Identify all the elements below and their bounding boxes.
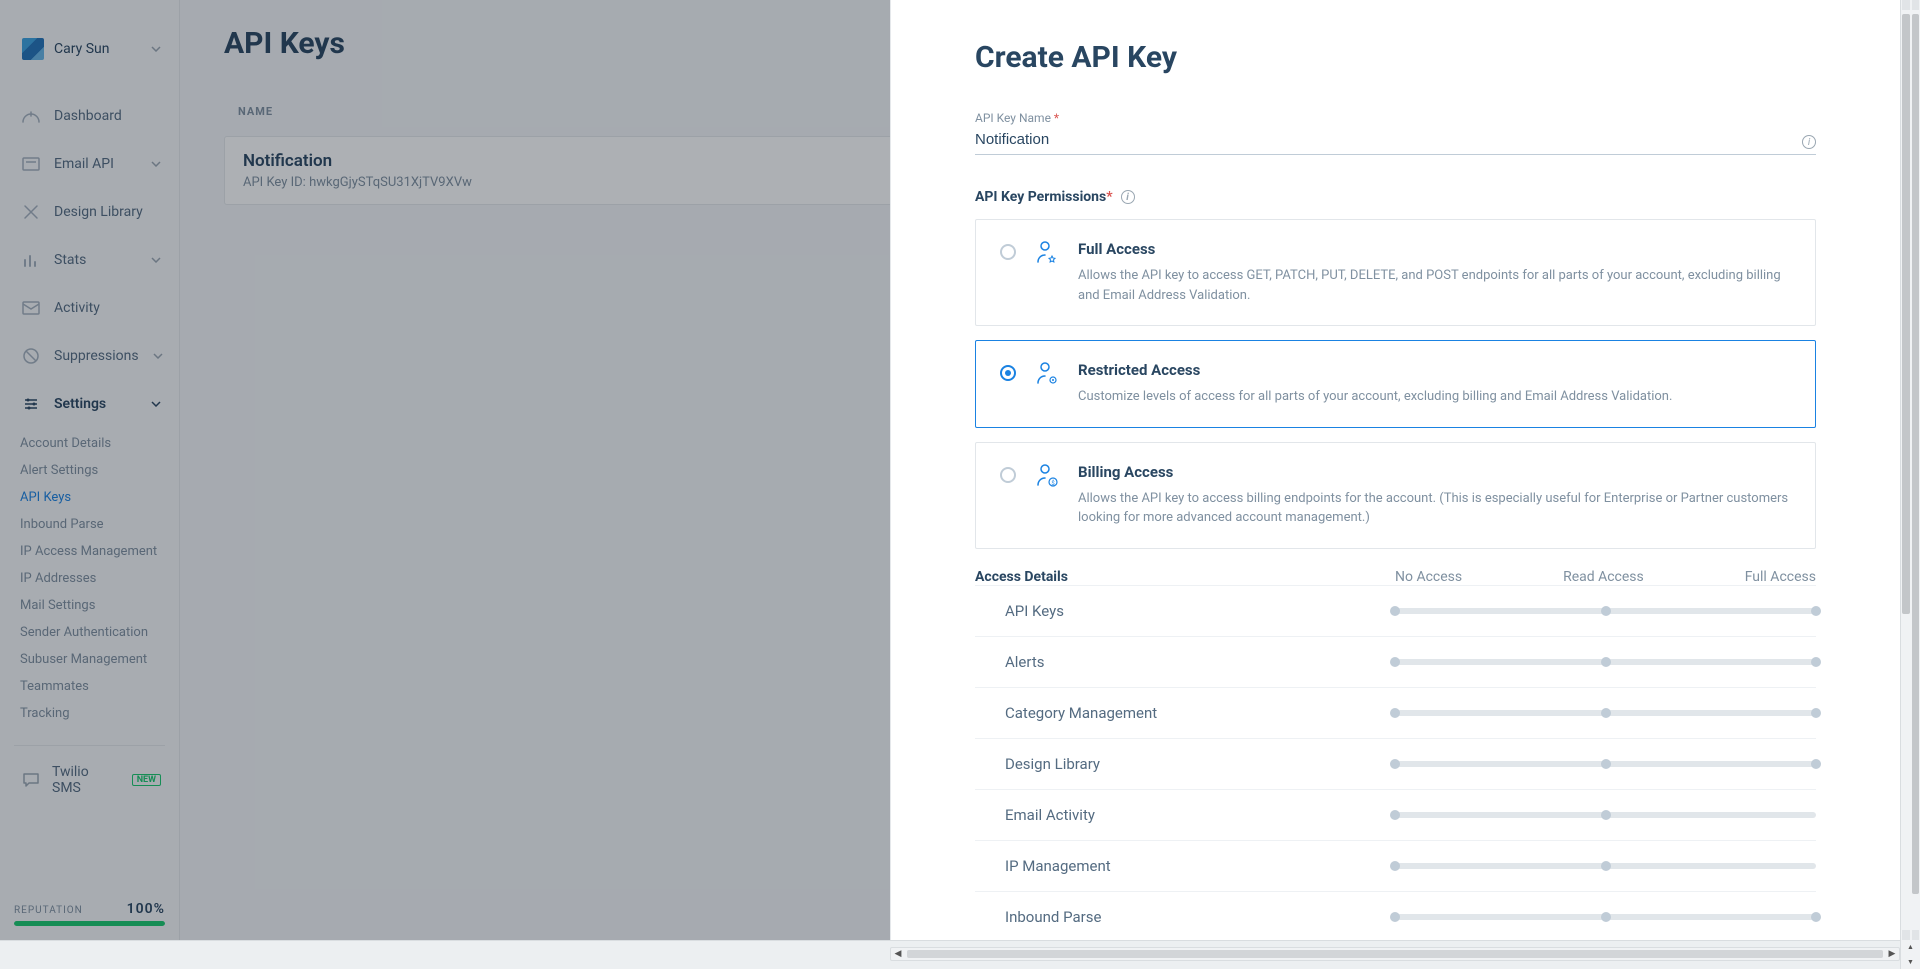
radio-icon [1000, 244, 1016, 260]
scroll-left-icon[interactable]: ◀ [891, 948, 905, 960]
field-label-name: API Key Name * [975, 111, 1816, 125]
horizontal-scrollbar[interactable]: ◀ ▶ [890, 947, 1900, 961]
access-row-name: Alerts [975, 653, 1395, 671]
access-row-name: Inbound Parse [975, 908, 1395, 926]
access-row: Email Activity [975, 789, 1816, 840]
option-desc: Customize levels of access for all parts… [1078, 387, 1672, 407]
access-slider[interactable] [1395, 863, 1816, 869]
access-row: Inbound Parse [975, 891, 1816, 941]
perm-option-billing-access[interactable]: $ Billing Access Allows the API key to a… [975, 442, 1816, 549]
api-key-name-input[interactable] [975, 125, 1816, 155]
permissions-label: API Key Permissions* i [975, 189, 1816, 205]
info-icon[interactable]: i [1802, 135, 1816, 149]
option-desc: Allows the API key to access GET, PATCH,… [1078, 266, 1791, 305]
access-slider[interactable] [1395, 812, 1816, 818]
access-row-name: API Keys [975, 602, 1395, 620]
create-api-key-panel: Create API Key API Key Name * i API Key … [890, 0, 1900, 940]
option-title: Full Access [1078, 240, 1791, 258]
option-desc: Allows the API key to access billing end… [1078, 489, 1791, 528]
scroll-right-icon[interactable]: ▶ [1885, 948, 1899, 960]
access-row: Category Management [975, 687, 1816, 738]
col-read-access: Read Access [1563, 569, 1644, 585]
access-row-name: Design Library [975, 755, 1395, 773]
access-row: IP Management [975, 840, 1816, 891]
scroll-corner[interactable]: ▲▼ [1900, 940, 1920, 969]
access-slider[interactable] [1395, 914, 1816, 920]
access-slider[interactable] [1395, 608, 1816, 614]
access-rows-container: API Keys Alerts Category Management Design … [975, 585, 1816, 941]
access-slider[interactable] [1395, 761, 1816, 767]
col-no-access: No Access [1395, 569, 1462, 585]
access-details-header: Access Details No Access Read Access Ful… [975, 569, 1816, 585]
user-gear-icon [1036, 361, 1058, 387]
access-row-name: Email Activity [975, 806, 1395, 824]
option-title: Restricted Access [1078, 361, 1672, 379]
col-full-access: Full Access [1745, 569, 1816, 585]
modal-overlay[interactable] [0, 0, 890, 940]
user-star-icon [1036, 240, 1058, 266]
option-title: Billing Access [1078, 463, 1791, 481]
access-row-name: IP Management [975, 857, 1395, 875]
radio-icon [1000, 467, 1016, 483]
access-row: Alerts [975, 636, 1816, 687]
vertical-scrollbar-group[interactable] [1900, 0, 1920, 940]
perm-option-full-access[interactable]: Full Access Allows the API key to access… [975, 219, 1816, 326]
access-slider[interactable] [1395, 659, 1816, 665]
access-row: Design Library [975, 738, 1816, 789]
radio-icon [1000, 365, 1016, 381]
access-slider[interactable] [1395, 710, 1816, 716]
panel-title: Create API Key [975, 40, 1816, 75]
perm-option-restricted-access[interactable]: Restricted Access Customize levels of ac… [975, 340, 1816, 428]
bottom-bar: ◀ ▶ ▲▼ [0, 940, 1920, 969]
info-icon[interactable]: i [1121, 190, 1135, 204]
access-row-name: Category Management [975, 704, 1395, 722]
user-dollar-icon: $ [1036, 463, 1058, 489]
access-row: API Keys [975, 585, 1816, 636]
